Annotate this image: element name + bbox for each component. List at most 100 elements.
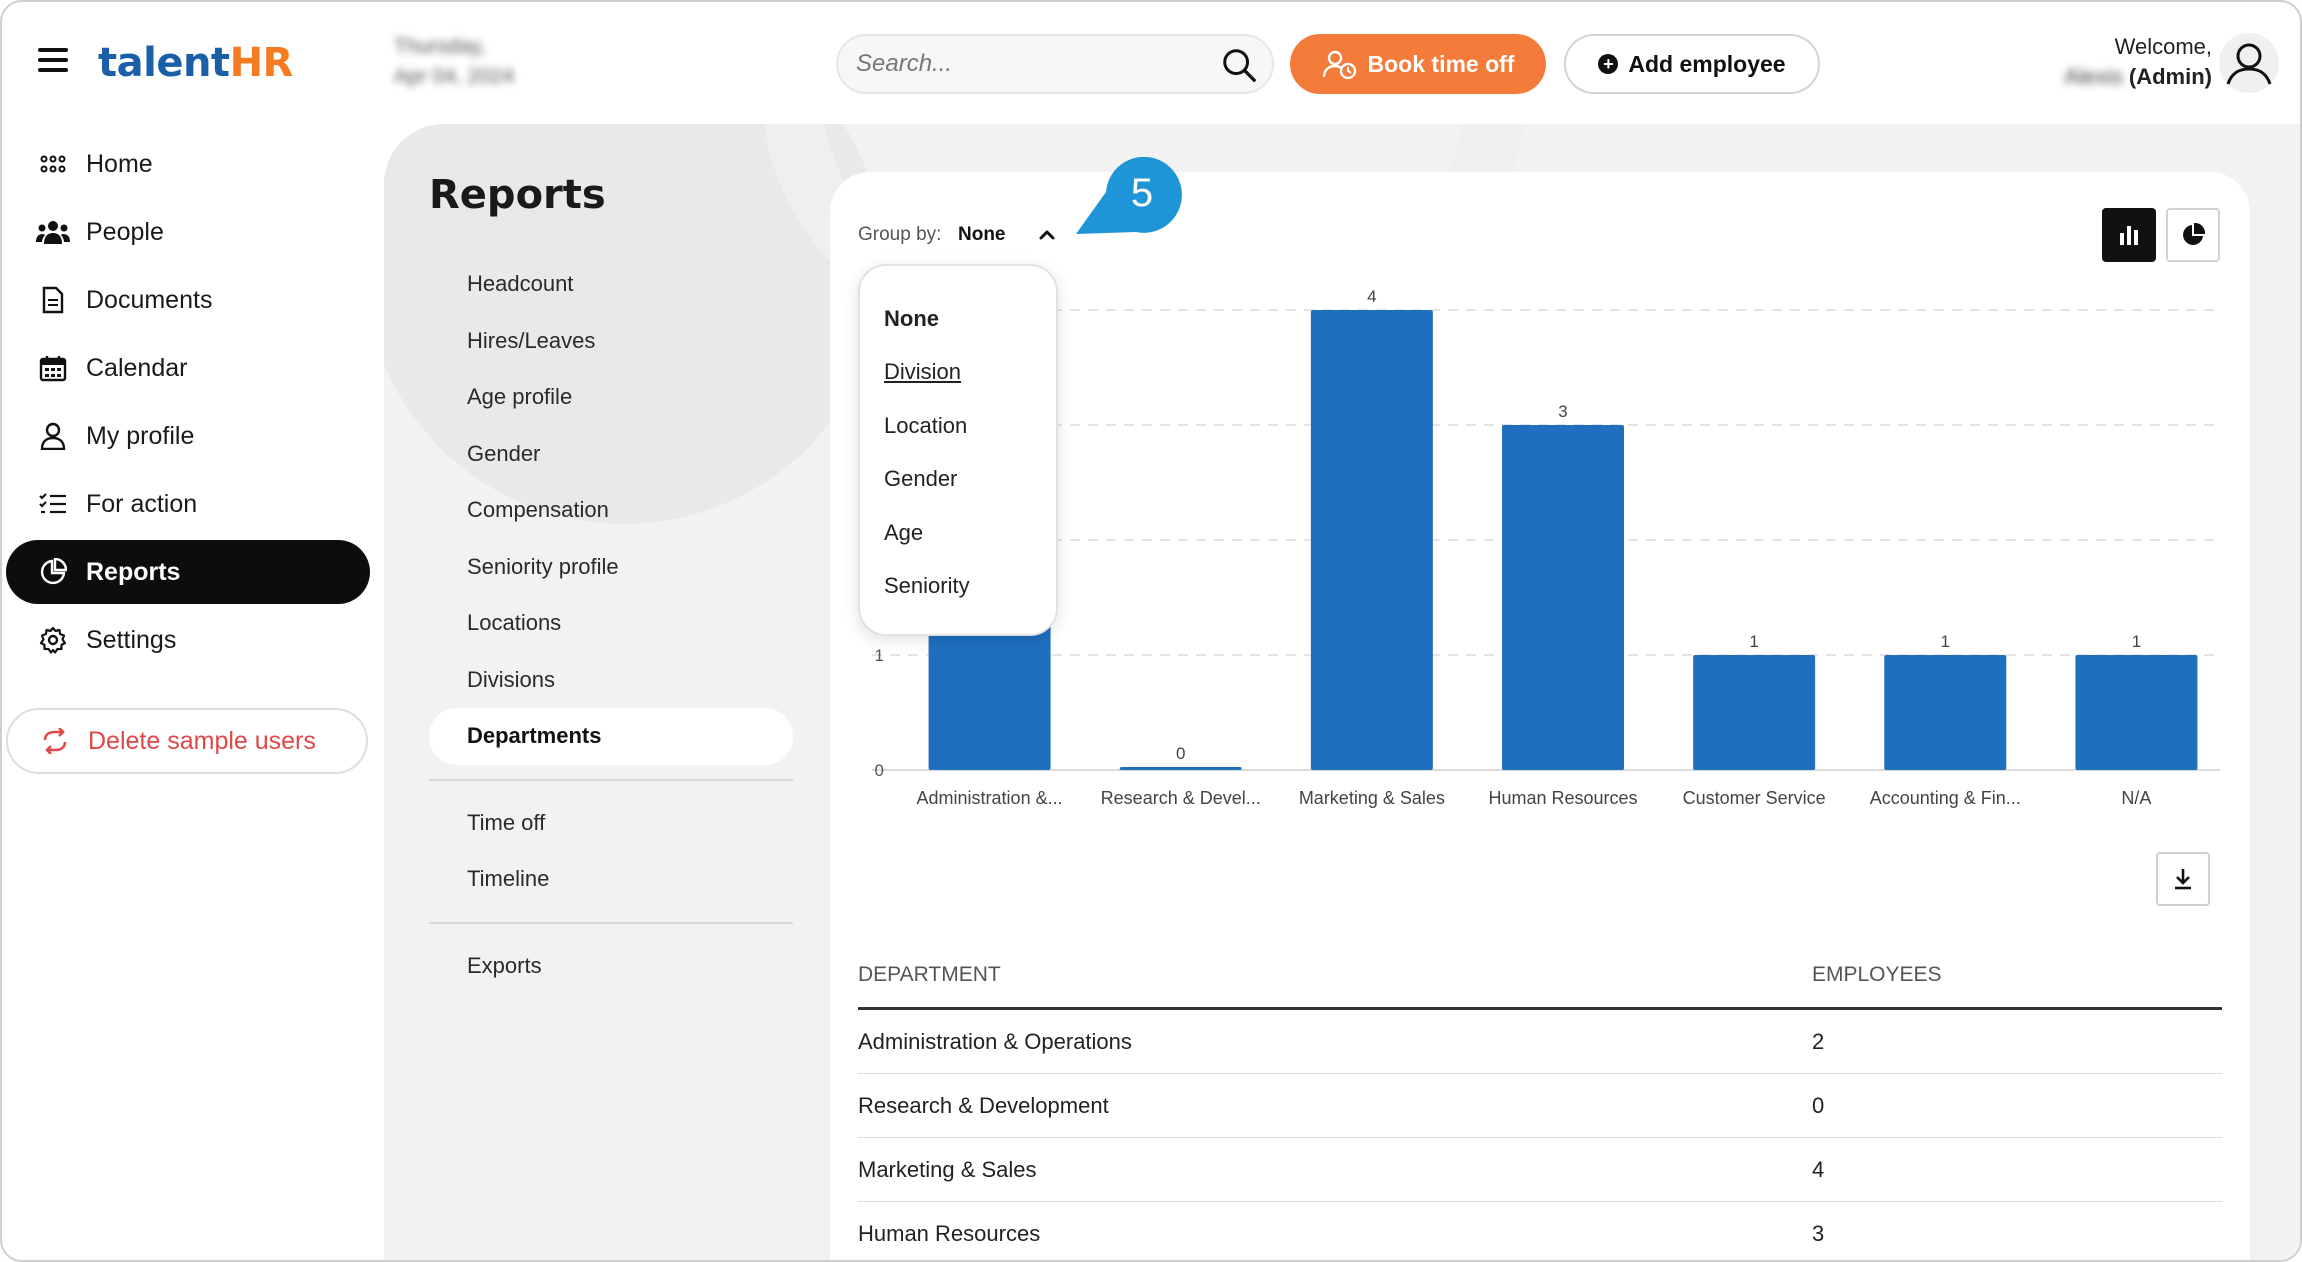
option-label: Location (884, 412, 968, 438)
date-full: Apr 04, 2024 (394, 65, 515, 88)
dropdown-option-age[interactable]: Age (860, 506, 1056, 560)
cell-department: Administration & Operations (858, 1028, 1132, 1054)
callout-bubble (1076, 156, 1182, 234)
step-callout: 5 (1076, 156, 1182, 234)
document-icon (36, 283, 70, 317)
gear-icon (36, 623, 70, 657)
subnav-timeline[interactable]: Timeline (429, 851, 793, 908)
sidebar-item-home[interactable]: Home (6, 132, 370, 196)
subnav-gender[interactable]: Gender (429, 426, 793, 483)
logo-text-talent: talent (98, 40, 230, 86)
book-time-off-button[interactable]: Book time off (1290, 34, 1546, 94)
option-label: Age (884, 519, 924, 545)
subnav-locations[interactable]: Locations (429, 595, 793, 652)
sidebar-item-documents[interactable]: Documents (6, 268, 370, 332)
search-icon[interactable] (1220, 46, 1258, 84)
user-icon (36, 419, 70, 453)
plus-circle-icon: + (1598, 54, 1619, 74)
table-row: Marketing & Sales 4 (858, 1138, 2222, 1202)
download-button[interactable] (2156, 852, 2210, 906)
grid-icon (36, 147, 70, 181)
table-header: DEPARTMENT EMPLOYEES (858, 942, 2222, 1010)
user-clock-icon (1322, 50, 1356, 79)
subnav-time-off[interactable]: Time off (429, 795, 793, 852)
calendar-icon (36, 351, 70, 385)
sidebar-item-label: Reports (86, 557, 181, 586)
bar-chart-view-button[interactable] (2102, 208, 2156, 262)
option-label: Division (884, 359, 962, 385)
cell-department: Marketing & Sales (858, 1156, 1037, 1182)
sidebar-item-label: Documents (86, 285, 213, 314)
reports-subnav: Headcount Hires/Leaves Age profile Gende… (429, 256, 793, 994)
subnav-divider (429, 921, 793, 924)
sidebar-item-settings[interactable]: Settings (6, 608, 370, 672)
table-row: Human Resources 3 (858, 1202, 2222, 1260)
group-by-label: Group by: (858, 224, 942, 245)
subnav-exports[interactable]: Exports (429, 938, 793, 995)
group-by-value[interactable]: None (958, 224, 1006, 246)
dropdown-option-seniority[interactable]: Seniority (860, 560, 1056, 614)
add-employee-button[interactable]: + Add employee (1564, 34, 1820, 94)
welcome-text: Welcome, (2114, 34, 2212, 59)
sidebar-item-for-action[interactable]: For action (6, 472, 370, 536)
dropdown-option-none[interactable]: None (860, 292, 1056, 346)
logo-text-hr: HR (229, 40, 294, 86)
sidebar-item-people[interactable]: People (6, 200, 370, 264)
subnav-compensation[interactable]: Compensation (429, 482, 793, 539)
pie-chart-icon (36, 555, 70, 589)
cell-department: Research & Development (858, 1092, 1109, 1118)
dropdown-option-gender[interactable]: Gender (860, 453, 1056, 507)
cell-department: Human Resources (858, 1220, 1041, 1246)
option-label: Gender (884, 466, 958, 492)
date-weekday: Thursday, (394, 35, 486, 58)
delete-sample-users-button[interactable]: Delete sample users (6, 708, 368, 774)
subnav-seniority-profile[interactable]: Seniority profile (429, 539, 793, 596)
search-input[interactable] (856, 36, 1216, 92)
sidebar-item-reports[interactable]: Reports (6, 540, 370, 604)
group-by-dropdown: None Division Location Gender Age Senior… (858, 264, 1058, 636)
search-box[interactable] (836, 34, 1274, 94)
sidebar-item-my-profile[interactable]: My profile (6, 404, 370, 468)
departments-table: DEPARTMENT EMPLOYEES Administration & Op… (858, 942, 2222, 1260)
option-label: Seniority (884, 573, 970, 599)
app-window: talentHR Thursday, Apr 04, 2024 Book tim… (0, 0, 2302, 1262)
subnav-hires-leaves[interactable]: Hires/Leaves (429, 313, 793, 370)
pie-chart-view-button[interactable] (2166, 208, 2220, 262)
subnav-headcount[interactable]: Headcount (429, 256, 793, 313)
table-row: Research & Development 0 (858, 1074, 2222, 1138)
subnav-divider (429, 778, 793, 781)
subnav-departments[interactable]: Departments (429, 708, 793, 765)
sidebar-item-label: Calendar (86, 353, 188, 382)
cell-employees: 4 (1812, 1156, 1825, 1182)
checklist-icon (36, 487, 70, 521)
user-name: Alexis (2064, 64, 2123, 89)
subnav-divisions[interactable]: Divisions (429, 652, 793, 709)
callout-number: 5 (1131, 171, 1153, 215)
option-label: None (884, 305, 939, 331)
delete-sample-users-label: Delete sample users (88, 726, 316, 755)
sidebar-item-label: Settings (86, 625, 177, 654)
bar-chart-icon (2120, 226, 2138, 245)
welcome-block: Welcome, Alexis (Admin) (2064, 32, 2212, 92)
column-header-employees[interactable]: EMPLOYEES (1812, 963, 2222, 987)
refresh-icon (38, 724, 72, 758)
current-date: Thursday, Apr 04, 2024 (394, 32, 514, 92)
chevron-up-icon[interactable] (1036, 224, 1058, 246)
menu-icon[interactable] (38, 48, 68, 72)
pie-chart-icon (2183, 222, 2206, 245)
download-icon (2175, 869, 2191, 890)
logo[interactable]: talentHR (98, 40, 293, 86)
avatar-icon[interactable] (2218, 32, 2280, 94)
sidebar-item-calendar[interactable]: Calendar (6, 336, 370, 400)
add-employee-label: Add employee (1628, 50, 1786, 77)
sidebar-nav: Home People Documents Calendar My profil… (6, 132, 370, 676)
dropdown-option-location[interactable]: Location (860, 399, 1056, 453)
people-icon (36, 215, 70, 249)
subnav-age-profile[interactable]: Age profile (429, 369, 793, 426)
cell-employees: 2 (1812, 1028, 1825, 1054)
dropdown-option-division[interactable]: Division (860, 346, 1056, 400)
user-role: (Admin) (2128, 64, 2212, 89)
sidebar-item-label: My profile (86, 421, 195, 450)
column-header-department[interactable]: DEPARTMENT (858, 963, 1812, 987)
page-title: Reports (429, 172, 606, 218)
